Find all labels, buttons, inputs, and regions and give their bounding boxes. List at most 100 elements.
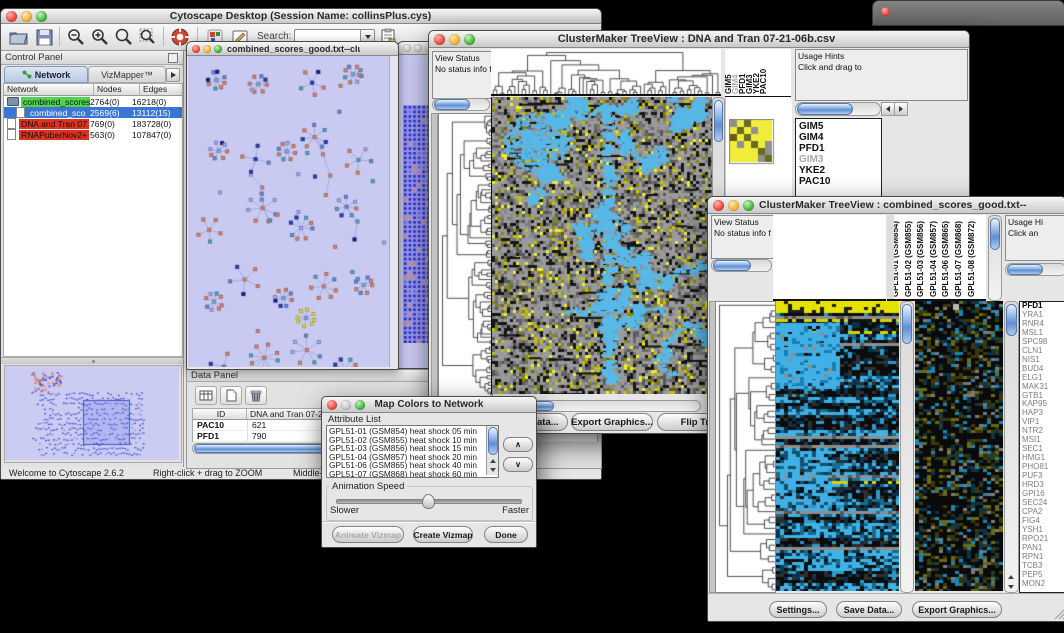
float-panel-icon[interactable] [168, 53, 178, 63]
panel-divider[interactable] [1, 357, 183, 364]
network-row[interactable]: combined_sco2569(6)13112(15) [4, 107, 182, 118]
attribute-list-vscrollbar[interactable] [486, 426, 498, 475]
minimize-button[interactable] [728, 200, 739, 211]
export-graphics-button[interactable]: Export Graphics... [912, 601, 1002, 618]
heatmap-canvas[interactable] [776, 301, 899, 591]
grid-network-canvas[interactable] [403, 105, 431, 343]
gene-label[interactable]: GIM4 [799, 132, 881, 143]
column-dendrogram-canvas[interactable] [491, 49, 721, 96]
gene-label[interactable]: SEC1 [1022, 445, 1064, 454]
attribute-listbox[interactable]: GPL51-01 (GSM854) heat shock 05 minGPL51… [326, 425, 499, 478]
gene-label[interactable]: MSI1 [1022, 436, 1064, 445]
gene-label[interactable]: RPN1 [1022, 553, 1064, 562]
usage-hscrollbar[interactable] [1005, 263, 1064, 276]
gene-label[interactable]: YSH1 [1022, 526, 1064, 535]
secondary-heatmap-canvas[interactable] [915, 301, 1003, 591]
zoom-button[interactable] [36, 11, 47, 22]
close-button[interactable] [403, 44, 411, 52]
gene-label[interactable]: HMG1 [1022, 454, 1064, 463]
scroll-down-button[interactable] [1006, 582, 1015, 591]
zoom-button[interactable] [743, 200, 754, 211]
network-vscrollbar[interactable] [389, 56, 397, 367]
collabel-scroll-strip[interactable] [887, 215, 894, 301]
network-row[interactable]: RNAPuberNov2+563(0)107847(0) [4, 129, 182, 140]
scroll-up-button[interactable] [1006, 572, 1015, 581]
treeview-combined-titlebar[interactable]: ClusterMaker TreeView : combined_scores_… [708, 197, 1064, 214]
gene-label[interactable]: MAK31 [1022, 383, 1064, 392]
row-dendrogram-canvas[interactable] [438, 113, 493, 397]
zoom-button[interactable] [464, 34, 475, 45]
rowtree-hsc[interactable] [432, 98, 490, 111]
gene-label[interactable]: BUD4 [1022, 365, 1064, 374]
settings-button[interactable]: Settings... [769, 601, 827, 618]
scroll-up-button[interactable] [488, 457, 497, 465]
row-dendrogram-canvas[interactable] [715, 301, 776, 593]
save-icon[interactable] [33, 26, 55, 48]
done-button[interactable]: Done [484, 526, 528, 543]
gene-label[interactable]: CPA2 [1022, 508, 1064, 517]
minimize-button[interactable] [449, 34, 460, 45]
rowtree-hsc[interactable] [711, 259, 772, 272]
resize-grip[interactable] [1053, 608, 1064, 620]
close-button[interactable] [192, 45, 200, 53]
gene-label[interactable]: GTB1 [1022, 392, 1064, 401]
dialog-titlebar[interactable]: Map Colors to Network [322, 397, 536, 413]
gene-label[interactable]: PEP5 [1022, 571, 1064, 580]
column-header-edges[interactable]: Edges [140, 84, 182, 96]
gene-label-list[interactable]: PFD1YRA1RNR4MSL1SPC98CLN1NIS1BUD4ELG1MAK… [1019, 301, 1064, 593]
column-header-network[interactable]: Network [4, 84, 94, 96]
gene-label[interactable]: PUF3 [1022, 472, 1064, 481]
tab-vizmapper[interactable]: VizMapper™ [88, 66, 166, 83]
gene-label[interactable]: VIP1 [1022, 418, 1064, 427]
heatmap-canvas[interactable] [491, 97, 712, 394]
gene-label[interactable]: SPC98 [1022, 338, 1064, 347]
animation-speed-slider[interactable] [336, 499, 522, 504]
minimize-button[interactable] [21, 11, 32, 22]
gene-label[interactable]: KAP95 [1022, 400, 1064, 409]
gene-label[interactable]: FIG4 [1022, 517, 1064, 526]
scroll-left-button[interactable] [881, 102, 895, 116]
network-row[interactable]: combined_scores2764(0)16218(0) [4, 96, 182, 107]
scroll-right-button[interactable] [894, 102, 908, 116]
gene-label[interactable]: NTR2 [1022, 427, 1064, 436]
animate-vizmap-button[interactable]: Animate Vizmap [332, 526, 404, 543]
zoom-fit-icon[interactable] [113, 26, 135, 48]
tab-network[interactable]: Network [4, 66, 88, 83]
column-header-id[interactable]: ID [193, 409, 247, 420]
minimize-button[interactable] [203, 45, 211, 53]
close-button[interactable] [327, 400, 337, 410]
move-down-button[interactable]: ∨ [503, 457, 533, 472]
collabels-vscrollbar[interactable] [988, 215, 1002, 301]
network-overview-canvas[interactable] [5, 366, 179, 460]
gene-label[interactable]: PHO81 [1022, 463, 1064, 472]
gene-label[interactable]: MON2 [1022, 580, 1064, 589]
rowtree-track[interactable] [431, 113, 438, 397]
network-window-titlebar[interactable]: combined_scores_good.txt--cluste... [187, 42, 398, 56]
gene-label[interactable]: NIS1 [1022, 356, 1064, 365]
scroll-down-button[interactable] [488, 466, 497, 474]
zoom-selected-icon[interactable] [137, 26, 159, 48]
tab-overflow-button[interactable] [166, 68, 180, 82]
network-overview[interactable] [4, 365, 182, 463]
gene-label[interactable]: ELG1 [1022, 374, 1064, 383]
zoom-out-icon[interactable] [65, 26, 87, 48]
close-button[interactable] [6, 11, 17, 22]
mini-heatmap-canvas[interactable] [729, 119, 775, 165]
network-row[interactable]: DNA and Tran 07769(0)183728(0) [4, 118, 182, 129]
gene-label[interactable]: YRA1 [1022, 311, 1064, 320]
gene-label[interactable]: SEC24 [1022, 499, 1064, 508]
gene-label[interactable]: PFD1 [1022, 302, 1064, 311]
network-graph-canvas[interactable] [188, 56, 389, 367]
heatmap-vscrollbar[interactable] [900, 301, 914, 593]
delete-attribute-icon[interactable] [245, 386, 267, 405]
gene-label[interactable]: HRD3 [1022, 481, 1064, 490]
gene-label[interactable]: YKE2 [799, 165, 881, 176]
gene-label[interactable]: GIM5 [799, 121, 881, 132]
main-titlebar[interactable]: Cytoscape Desktop (Session Name: collins… [1, 9, 601, 24]
secondary-vscrollbar[interactable] [1004, 301, 1019, 593]
new-attribute-icon[interactable] [220, 386, 242, 405]
gene-label[interactable]: MSL1 [1022, 329, 1064, 338]
labels-hscrollbar[interactable] [795, 102, 881, 116]
gene-label[interactable]: HAP3 [1022, 409, 1064, 418]
gene-label[interactable]: RNR4 [1022, 320, 1064, 329]
